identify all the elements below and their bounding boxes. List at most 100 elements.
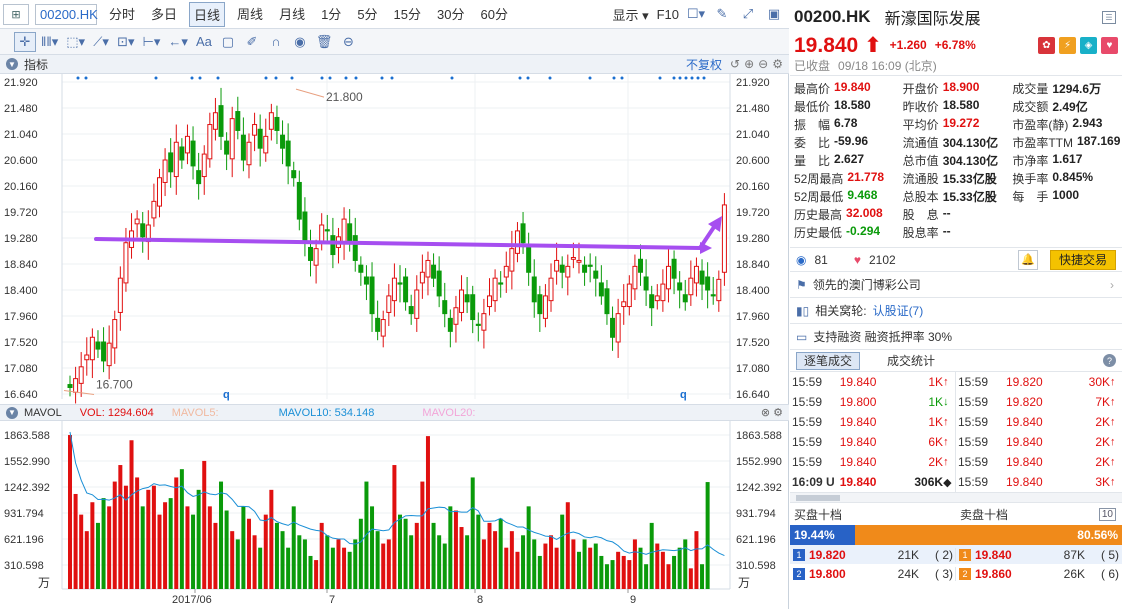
volume-bar: [616, 551, 621, 589]
volume-bar: [330, 547, 335, 589]
orderbook-depth-button[interactable]: 10: [1098, 507, 1116, 521]
volume-bar: [347, 551, 352, 589]
tab-period-4[interactable]: 月线: [275, 2, 309, 27]
volume-bar: [118, 465, 123, 589]
collapse-icon[interactable]: ▼: [6, 58, 18, 70]
arrow-tool-icon[interactable]: ←▾: [165, 32, 191, 52]
minus-icon[interactable]: ⊖: [758, 57, 768, 71]
sidebar-toggle-icon[interactable]: ▣: [765, 5, 783, 23]
settings-icon[interactable]: ⚙: [772, 57, 783, 71]
volume-bar: [560, 514, 565, 589]
price-axis-label-right: 21.920: [736, 77, 770, 89]
heart-icon[interactable]: ♥: [854, 253, 861, 267]
text-tool-icon[interactable]: Aa: [193, 32, 215, 52]
volume-bar: [202, 460, 207, 589]
volume-bar: [515, 551, 520, 589]
line-tool-icon[interactable]: ⟋▾: [90, 32, 112, 52]
candle: [112, 310, 118, 364]
trash-icon[interactable]: 🗑: [313, 32, 336, 52]
view-count: 81: [814, 252, 828, 267]
candle: [682, 279, 688, 311]
comment-tool-icon[interactable]: ▢: [217, 32, 239, 52]
hk-flag-icon[interactable]: ✿: [1038, 36, 1055, 54]
quote-value: 304.130亿: [942, 135, 999, 150]
quote-value: 187.169: [1077, 133, 1121, 148]
orderbook-header: 买盘十档 卖盘十档 10: [790, 503, 1122, 525]
quote-label: 股息率: [902, 225, 939, 240]
volume-bar: [549, 535, 554, 589]
price-axis-label-right: 17.520: [736, 337, 770, 349]
tag-icon[interactable]: ◈: [1080, 36, 1097, 54]
eye-icon[interactable]: ◉: [289, 32, 311, 52]
undo-icon[interactable]: ↺: [730, 57, 740, 71]
orderbook-ratio-bar: 19.44% 80.56%: [790, 525, 1122, 545]
pattern-tool-icon[interactable]: ⊡▾: [114, 32, 137, 52]
favorite-icon[interactable]: ♥: [1101, 36, 1118, 54]
tab-period-7[interactable]: 15分: [390, 2, 425, 27]
volume-bar: [649, 522, 654, 589]
display-menu[interactable]: 显示 ▾: [612, 5, 648, 24]
company-info-row[interactable]: ⚑ 领先的澳门博彩公司 ›: [790, 272, 1122, 298]
price-axis-label-left: 20.160: [4, 181, 38, 193]
candle: [699, 259, 705, 301]
trade-row: 15:59 19.820 30K ↑: [958, 375, 1116, 389]
bar-style-icon[interactable]: ‖‖▾: [38, 32, 61, 52]
tab-period-1[interactable]: 多日: [147, 2, 181, 27]
rectangle-tool-icon[interactable]: ⬚▾: [63, 32, 88, 52]
tab-period-8[interactable]: 30分: [433, 2, 468, 27]
tab-period-6[interactable]: 5分: [353, 2, 381, 27]
candle: [319, 213, 325, 251]
f10-button[interactable]: F10: [657, 7, 679, 22]
candle: [218, 87, 224, 150]
horizontal-scrollbar[interactable]: [790, 493, 1122, 503]
tab-period-5[interactable]: 1分: [317, 2, 345, 27]
candle: [470, 285, 476, 334]
candlestick-chart[interactable]: 21.920 21.920 21.480 21.480 21.040 21.040 20.6…: [0, 74, 789, 404]
quote-label: 振 幅: [794, 117, 831, 132]
help-icon[interactable]: ?: [1103, 354, 1116, 367]
toggle-icon[interactable]: ⊖: [337, 32, 359, 52]
tab-period-9[interactable]: 60分: [476, 2, 511, 27]
candle: [688, 260, 694, 306]
quote-row: 52周最高 21.778 流通股 15.33亿股 换手率 0.845%: [794, 169, 1122, 187]
layout-icon[interactable]: ☐▾: [687, 5, 705, 23]
orderbook-row[interactable]: 2 19.800 24K( 3) 2 19.860 26K( 6): [790, 564, 1122, 583]
panel-menu-icon[interactable]: ☰: [1102, 10, 1116, 24]
tab-period-3[interactable]: 周线: [233, 2, 267, 27]
warrants-link[interactable]: 认股证(7): [873, 302, 924, 319]
eraser-icon[interactable]: ✐: [241, 32, 263, 52]
tab-period-2[interactable]: 日线: [189, 1, 226, 27]
quick-trade-button[interactable]: 快捷交易: [1049, 249, 1116, 270]
orderbook-row[interactable]: 1 19.820 21K( 2) 1 19.840 87K( 5): [790, 545, 1122, 564]
tab-tick-trades[interactable]: 逐笔成交: [796, 351, 861, 370]
flash-icon[interactable]: ⚡: [1059, 36, 1076, 54]
quote-label: 历史最低: [794, 225, 843, 240]
stock-code-field[interactable]: 00200.HK: [35, 3, 98, 25]
price-axis-label-right: 17.080: [736, 363, 770, 375]
vol-axis-label-left: 1552.990: [4, 456, 50, 468]
date-axis-label: 2017/06: [172, 594, 212, 606]
crosshair-icon[interactable]: ✛: [14, 31, 36, 52]
add-icon[interactable]: ⊕: [744, 57, 754, 71]
volume-bar: [526, 506, 531, 589]
adjust-dropdown[interactable]: 不复权: [686, 56, 722, 73]
volume-bar: [537, 555, 542, 589]
volume-bar: [246, 518, 251, 589]
vol-unit-right: 万: [738, 576, 750, 590]
mavol-controls[interactable]: ⊗ ⚙: [761, 406, 783, 419]
volume-chart[interactable]: 1863.588 1863.588 1552.990 1552.990 1242.392…: [0, 421, 789, 609]
quote-value: 21.778: [847, 169, 885, 184]
volume-bar: [291, 506, 296, 589]
pen-icon[interactable]: ✎: [713, 5, 731, 23]
fullscreen-icon[interactable]: ⤢: [739, 5, 757, 23]
magnet-icon[interactable]: ∩: [265, 32, 287, 52]
candle: [638, 244, 644, 286]
measure-tool-icon[interactable]: ⊢▾: [140, 32, 164, 52]
collapse-icon[interactable]: ▼: [6, 406, 18, 419]
bell-icon[interactable]: 🔔: [1017, 249, 1038, 270]
vol-axis-label-left: 310.598: [4, 560, 44, 572]
stock-search-button[interactable]: ⊞: [3, 3, 29, 25]
tab-period-0[interactable]: 分时: [105, 2, 139, 27]
volume-bar: [297, 535, 302, 589]
tab-trade-stats[interactable]: 成交统计: [880, 352, 942, 370]
